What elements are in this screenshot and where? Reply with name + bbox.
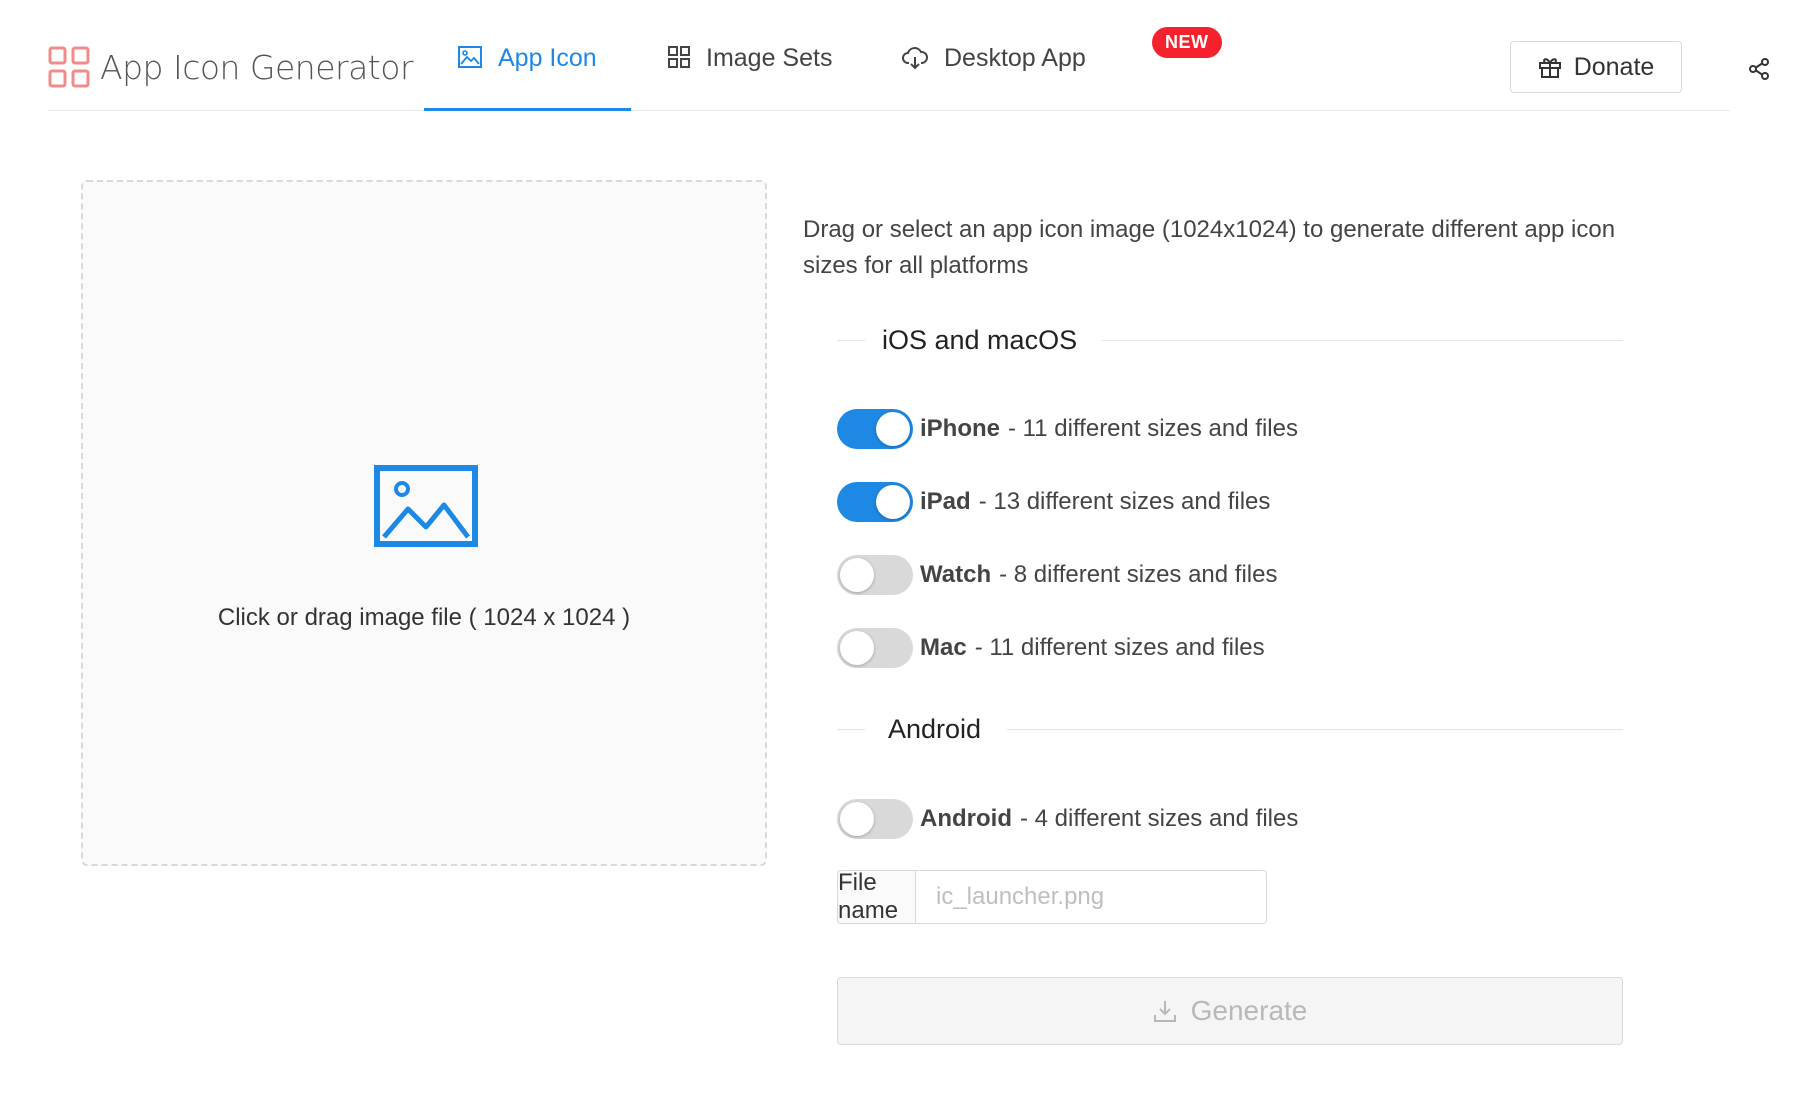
toggle-knob <box>876 485 910 519</box>
option-detail: - 8 different sizes and files <box>999 561 1278 588</box>
ipad-toggle[interactable] <box>837 482 913 522</box>
option-detail: - 11 different sizes and files <box>1008 415 1298 442</box>
instructions-text: Drag or select an app icon image (1024x1… <box>803 216 1616 279</box>
option-name: Watch <box>920 561 992 588</box>
section-title: iOS and macOS <box>882 325 1078 355</box>
option-mac: Mac - 11 different sizes and files <box>837 628 1265 668</box>
top-header: App Icon Generator App Icon Image Sets D… <box>48 0 1769 111</box>
option-watch: Watch - 8 different sizes and files <box>837 555 1277 595</box>
new-badge: NEW <box>1152 27 1222 58</box>
toggle-knob <box>840 802 874 836</box>
toggle-knob <box>840 631 874 665</box>
image-dropzone[interactable]: Click or drag image file ( 1024 x 1024 ) <box>81 180 767 866</box>
app-title: App Icon Generator <box>100 47 414 87</box>
grid-icon <box>668 46 690 68</box>
divider <box>1007 729 1623 730</box>
file-name-group: File name <box>837 869 1267 924</box>
mac-toggle[interactable] <box>837 628 913 668</box>
section-ios-macos: iOS and macOS <box>837 320 1623 360</box>
generate-label: Generate <box>1190 995 1308 1026</box>
divider <box>837 340 865 341</box>
option-detail: - 4 different sizes and files <box>1019 805 1299 832</box>
divider <box>837 729 865 730</box>
divider <box>1102 340 1623 341</box>
download-icon <box>1153 1001 1176 1022</box>
tab-image-sets-label: Image Sets <box>706 44 833 72</box>
logo-grid-icon <box>48 46 90 88</box>
iphone-toggle[interactable] <box>837 409 913 449</box>
android-toggle[interactable] <box>837 799 913 839</box>
dropzone-text: Click or drag image file ( 1024 x 1024 ) <box>217 604 631 631</box>
share-icon[interactable] <box>1748 58 1770 80</box>
option-iphone: iPhone - 11 different sizes and files <box>837 409 1298 449</box>
generate-button[interactable]: Generate <box>837 977 1623 1045</box>
image-icon <box>458 46 482 68</box>
tab-desktop-app[interactable]: Desktop App <box>902 44 1086 110</box>
section-android: Android <box>837 709 1623 749</box>
tab-desktop-app-label: Desktop App <box>944 44 1086 72</box>
option-name: Android <box>920 805 1012 832</box>
section-title: Android <box>888 714 982 744</box>
donate-label: Donate <box>1573 52 1655 81</box>
option-detail: - 11 different sizes and files <box>974 634 1265 661</box>
watch-toggle[interactable] <box>837 555 913 595</box>
page: App Icon Generator App Icon Image Sets D… <box>0 0 1806 1094</box>
gift-icon <box>1538 58 1561 78</box>
tab-app-icon[interactable]: App Icon <box>424 44 631 111</box>
image-upload-icon <box>374 465 478 547</box>
tab-image-sets[interactable]: Image Sets <box>668 44 832 110</box>
option-name: iPhone <box>920 415 1001 442</box>
tab-app-icon-label: App Icon <box>498 44 597 72</box>
donate-button[interactable]: Donate <box>1510 41 1682 93</box>
option-detail: - 13 different sizes and files <box>978 488 1271 515</box>
option-ipad: iPad - 13 different sizes and files <box>837 482 1270 522</box>
option-name: Mac <box>920 634 967 661</box>
file-name-input[interactable] <box>915 870 1267 924</box>
option-name: iPad <box>920 488 971 515</box>
toggle-knob <box>876 412 910 446</box>
option-android: Android - 4 different sizes and files <box>837 799 1298 839</box>
cloud-download-icon <box>902 47 928 70</box>
app-logo[interactable]: App Icon Generator <box>48 46 414 88</box>
toggle-knob <box>840 558 874 592</box>
file-name-label: File name <box>837 869 915 924</box>
